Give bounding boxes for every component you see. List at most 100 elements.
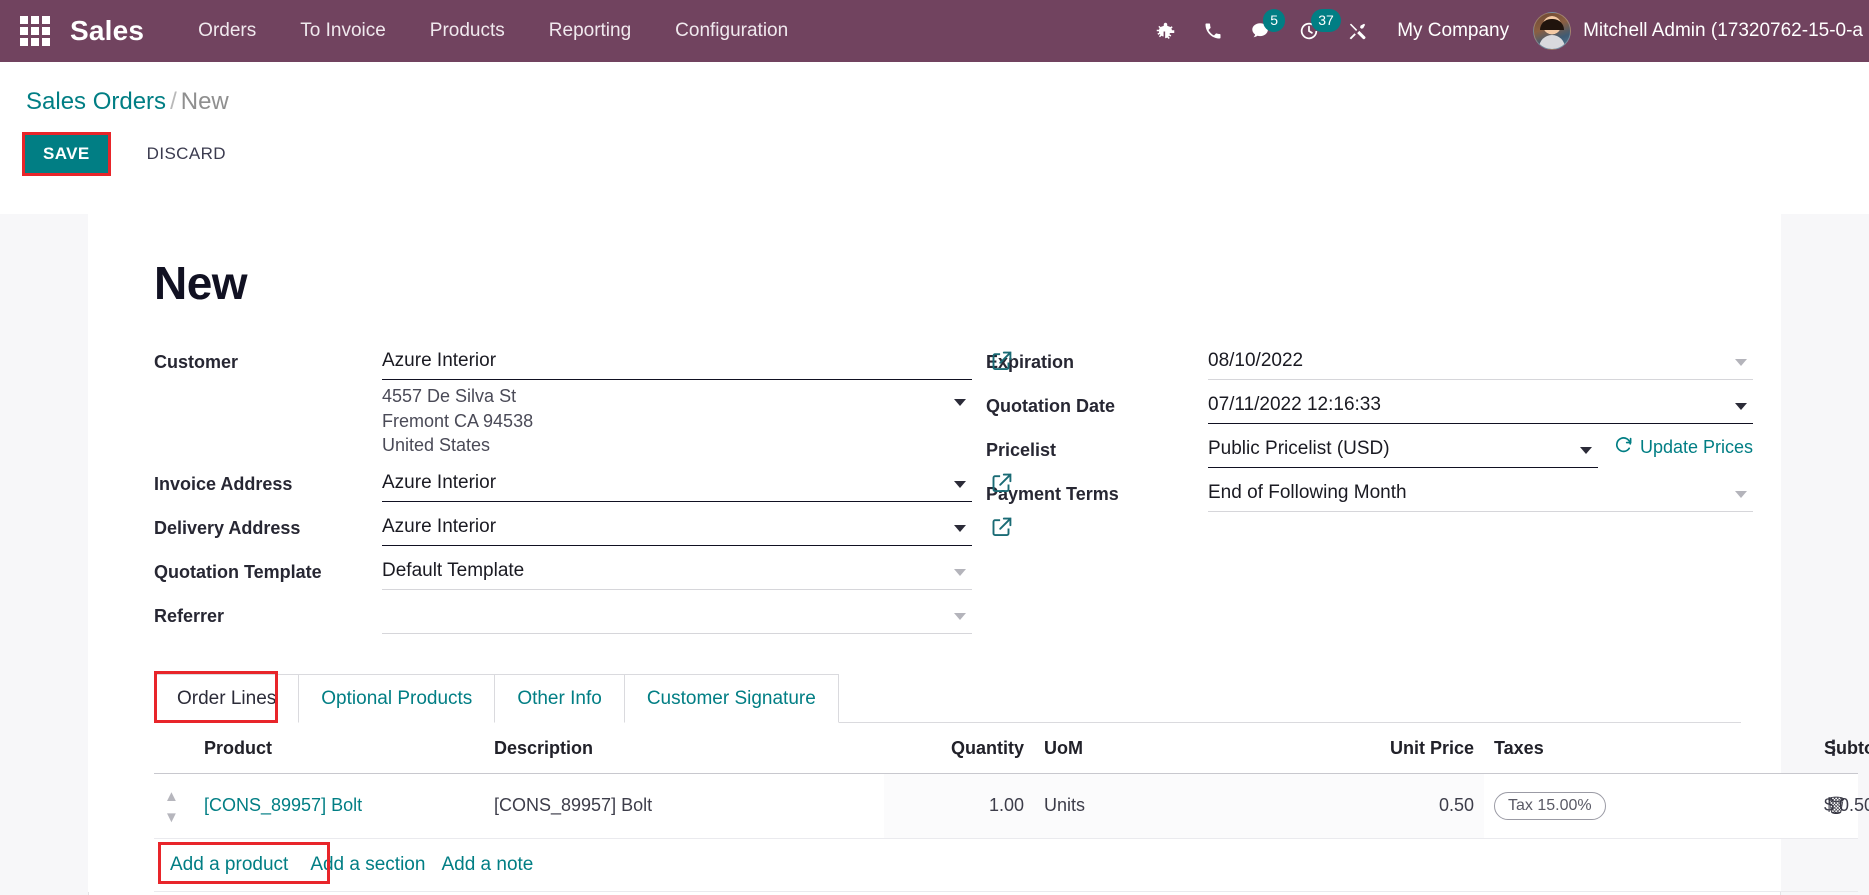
notebook-tabs: Order Lines Optional Products Other Info…	[154, 670, 1741, 723]
developer-tools-icon[interactable]	[1333, 0, 1381, 62]
save-button[interactable]: SAVE	[25, 135, 108, 173]
add-a-section-link[interactable]: Add a section	[310, 851, 441, 879]
referrer-input[interactable]	[382, 596, 972, 634]
external-link-icon[interactable]	[990, 471, 1016, 497]
tax-badge: Tax 15.00%	[1494, 791, 1606, 821]
app-brand-sales[interactable]: Sales	[70, 15, 144, 47]
breadcrumb-current: New	[180, 88, 229, 115]
cell-quantity[interactable]: 1.00	[884, 773, 1034, 839]
external-link-icon[interactable]	[990, 349, 1016, 375]
tab-customer-signature[interactable]: Customer Signature	[623, 673, 839, 723]
messages-icon[interactable]: 5	[1237, 0, 1286, 62]
cell-uom[interactable]: Units	[1034, 773, 1274, 839]
user-name: Mitchell Admin (17320762-15-0-a	[1583, 20, 1863, 41]
order-lines-table: Product Description Quantity UoM Unit Pr…	[154, 722, 1869, 892]
trash-icon: 🗑	[1825, 796, 1847, 816]
add-line-links: Add a product Add a section Add a note	[158, 841, 1848, 884]
discard-button[interactable]: DISCARD	[131, 135, 242, 173]
tab-other-info[interactable]: Other Info	[494, 673, 625, 723]
field-pricelist: Pricelist Public Pricelist (USD) Update …	[986, 430, 1753, 470]
payment-terms-input[interactable]: End of Following Month	[1208, 474, 1754, 512]
breadcrumb-separator: /	[170, 88, 177, 115]
field-quotation-template-label: Quotation Template	[154, 561, 322, 582]
record-sheet: New Customer Azure Interior 4557 De Silv…	[88, 214, 1869, 892]
kebab-menu-icon: ⋮	[1824, 737, 1843, 759]
col-product: Product	[194, 722, 484, 774]
menu-to-invoice[interactable]: To Invoice	[278, 12, 408, 50]
systray: 5 37 My Company Mitchell Admin (17320762…	[1141, 0, 1869, 62]
drag-handle-icon: ▲ ▼	[164, 787, 179, 826]
breadcrumb: Sales Orders / New	[0, 76, 1869, 122]
expiration-input[interactable]: 08/10/2022	[1208, 342, 1754, 380]
pricelist-field-wrap: Public Pricelist (USD)	[1208, 430, 1598, 468]
cell-unit-price[interactable]: 0.50	[1274, 773, 1484, 839]
update-prices-label: Update Prices	[1640, 436, 1754, 457]
menu-configuration[interactable]: Configuration	[653, 12, 810, 50]
product-link[interactable]: [CONS_89957] Bolt	[204, 795, 362, 815]
apps-grid-icon[interactable]	[18, 14, 52, 48]
field-quotation-date-label: Quotation Date	[986, 396, 1115, 416]
add-a-note-link[interactable]: Add a note	[441, 851, 549, 879]
notebook: Order Lines Optional Products Other Info…	[128, 640, 1869, 892]
activities-clock-icon[interactable]: 37	[1285, 0, 1341, 62]
menu-reporting[interactable]: Reporting	[527, 12, 653, 50]
field-invoice-address: Invoice Address Azure Interior	[154, 464, 1012, 504]
table-row[interactable]: ▲ ▼ [CONS_89957] Bolt [CONS_89957] Bolt 1…	[154, 773, 1869, 839]
refresh-icon	[1614, 435, 1633, 459]
col-uom: UoM	[1034, 722, 1274, 774]
control-panel: Sales Orders / New SAVE DISCARD	[0, 62, 1869, 192]
add-line-cell: Add a product Add a section Add a note	[154, 838, 1858, 892]
field-invoice-address-label: Invoice Address	[154, 473, 293, 494]
pricelist-input[interactable]: Public Pricelist (USD)	[1208, 430, 1598, 468]
user-menu[interactable]: Mitchell Admin (17320762-15-0-a	[1525, 12, 1863, 50]
field-customer-label: Customer	[154, 352, 239, 372]
top-navbar: Sales Orders To Invoice Products Reporti…	[0, 0, 1869, 62]
row-drag-handle[interactable]: ▲ ▼	[154, 773, 194, 839]
form-view-content: New Customer Azure Interior 4557 De Silv…	[0, 214, 1869, 895]
field-referrer-label: Referrer	[154, 605, 225, 626]
messages-badge: 5	[1263, 9, 1286, 32]
field-quotation-date: Quotation Date 07/11/2022 12:16:33	[986, 386, 1754, 426]
add-a-product-link[interactable]: Add a product	[164, 851, 310, 879]
field-pricelist-label: Pricelist	[986, 440, 1057, 460]
customer-address: 4557 De Silva St Fremont CA 94538 United…	[382, 380, 972, 460]
menu-products[interactable]: Products	[408, 12, 527, 50]
avatar	[1533, 12, 1572, 50]
menu-orders[interactable]: Orders	[176, 12, 278, 50]
bug-icon[interactable]	[1141, 0, 1189, 62]
order-lines-head: Product Description Quantity UoM Unit Pr…	[154, 722, 1869, 774]
customer-input[interactable]: Azure Interior	[382, 342, 972, 380]
form-group-left: Customer Azure Interior 4557 De Silva St…	[154, 342, 1012, 640]
field-quotation-template: Quotation Template Default Template	[154, 552, 972, 592]
external-link-icon[interactable]	[990, 515, 1016, 541]
field-customer: Customer Azure Interior 4557 De Silva St…	[154, 342, 1012, 460]
col-unit-price: Unit Price	[1274, 722, 1484, 774]
breadcrumb-sales-orders[interactable]: Sales Orders	[26, 88, 166, 115]
order-lines-header-row: Product Description Quantity UoM Unit Pr…	[154, 722, 1869, 774]
delivery-address-input[interactable]: Azure Interior	[382, 508, 972, 546]
cell-taxes[interactable]: Tax 15.00%	[1484, 773, 1814, 839]
form-groups: Customer Azure Interior 4557 De Silva St…	[128, 320, 1754, 640]
quotation-date-input[interactable]: 07/11/2022 12:16:33	[1208, 386, 1754, 424]
cell-description[interactable]: [CONS_89957] Bolt	[484, 773, 884, 839]
field-payment-terms: Payment Terms End of Following Month	[986, 474, 1754, 514]
field-delivery-address-label: Delivery Address	[154, 517, 301, 538]
control-panel-buttons: SAVE DISCARD	[0, 122, 1869, 192]
field-expiration-label: Expiration	[986, 352, 1075, 372]
form-group-right: Expiration 08/10/2022 Quotation Date 07/…	[972, 342, 1754, 640]
quotation-template-input[interactable]: Default Template	[382, 552, 972, 590]
company-switcher[interactable]: My Company	[1381, 20, 1525, 42]
tab-order-lines[interactable]: Order Lines	[154, 673, 300, 723]
phone-icon[interactable]	[1189, 0, 1237, 62]
cell-product[interactable]: [CONS_89957] Bolt	[194, 773, 484, 839]
page-title: New	[154, 257, 248, 309]
save-button-highlight: SAVE	[22, 132, 111, 176]
field-delivery-address: Delivery Address Azure Interior	[154, 508, 1012, 548]
invoice-address-input[interactable]: Azure Interior	[382, 464, 972, 502]
update-prices-button[interactable]: Update Prices	[1614, 435, 1753, 463]
field-payment-terms-label: Payment Terms	[986, 484, 1119, 504]
main-menu: Orders To Invoice Products Reporting Con…	[176, 12, 810, 50]
field-referrer: Referrer	[154, 596, 972, 636]
tab-optional-products[interactable]: Optional Products	[298, 673, 496, 723]
col-description: Description	[484, 722, 884, 774]
